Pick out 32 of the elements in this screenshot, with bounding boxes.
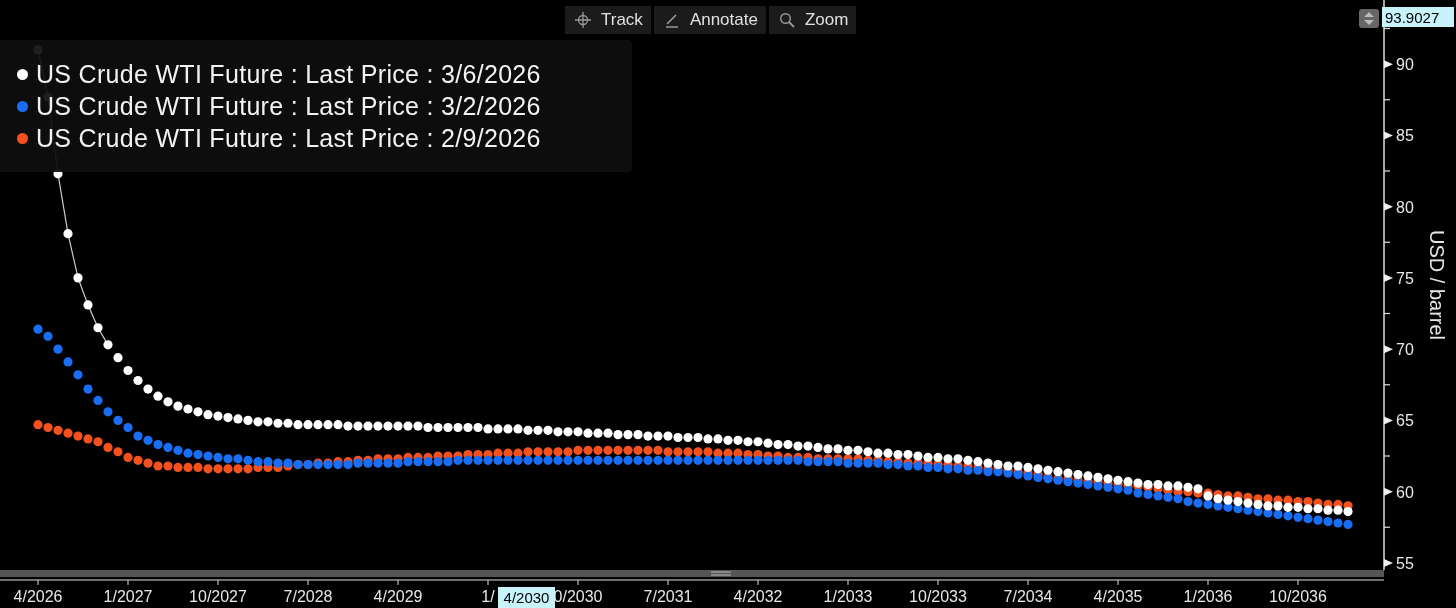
- legend-label: US Crude WTI Future : Last Price : 2/9/2026: [36, 123, 541, 153]
- axis-label: 90: [1396, 56, 1414, 74]
- axis-label: 80: [1396, 198, 1414, 216]
- axis-label: 1/2027: [103, 588, 153, 605]
- legend-label: US Crude WTI Future : Last Price : 3/6/2026: [36, 59, 541, 89]
- track-button[interactable]: Track: [565, 6, 651, 34]
- axis-label: 10/2036: [1269, 588, 1327, 605]
- legend-label: US Crude WTI Future : Last Price : 3/2/2026: [36, 91, 541, 121]
- axis-label: 7/2028: [283, 588, 333, 605]
- axis-title: USD / barrel: [1426, 230, 1448, 340]
- zoom-button[interactable]: Zoom: [768, 6, 857, 34]
- cursor-tag: 93.9027: [1382, 7, 1454, 27]
- axis-label: 60: [1396, 483, 1414, 501]
- axis-label: 70: [1396, 341, 1414, 359]
- axis-label: 1/2036: [1183, 588, 1233, 605]
- axis-label: 65: [1396, 412, 1414, 430]
- axis-label: 1/2033: [823, 588, 873, 605]
- axis-label: 10/2033: [909, 588, 967, 605]
- cursor-tag: 4/2030: [498, 587, 555, 608]
- axis-label: 4/2026: [13, 588, 63, 605]
- axis-label: 1/: [481, 588, 495, 605]
- axis-label: 7/2034: [1003, 588, 1053, 605]
- axis-label: 4/2029: [373, 588, 423, 605]
- axis-label: 7/2031: [643, 588, 693, 605]
- annotate-button[interactable]: Annotate: [653, 6, 766, 34]
- axis-label: 4/2035: [1093, 588, 1143, 605]
- axis-label: 4/2032: [733, 588, 783, 605]
- axis-label: 55: [1396, 554, 1414, 572]
- axis-label: 85: [1396, 127, 1414, 145]
- axis-label: 75: [1396, 269, 1414, 287]
- axis-label: 10/2027: [189, 588, 247, 605]
- axis-label: 0/2030: [553, 588, 603, 605]
